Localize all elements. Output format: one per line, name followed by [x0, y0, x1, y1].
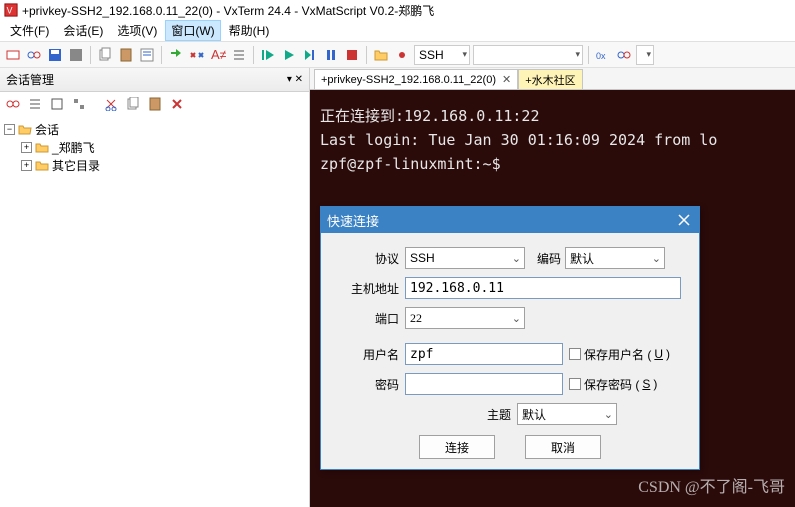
menu-bar: 文件(F) 会话(E) 选项(V) 窗口(W) 帮助(H) — [0, 20, 795, 42]
tree-root[interactable]: − 会话 — [4, 120, 305, 138]
link-icon[interactable] — [25, 46, 43, 64]
paste-icon[interactable] — [117, 46, 135, 64]
tab-label: +水木社区 — [525, 72, 575, 88]
dialog-title: 快速连接 — [327, 211, 379, 230]
step-icon[interactable] — [301, 46, 319, 64]
cancel-button[interactable]: 取消 — [525, 435, 601, 459]
host-input[interactable] — [405, 277, 681, 299]
hex-icon[interactable]: 0x — [594, 46, 612, 64]
tab-community[interactable]: +水木社区 — [518, 69, 582, 89]
sb-link-icon[interactable] — [4, 95, 22, 113]
tree-root-label: 会话 — [35, 121, 59, 138]
label-host: 主机地址 — [337, 280, 399, 297]
sidebar-expand-icon[interactable]: ▾ ✕ — [287, 74, 303, 85]
not-equal-icon[interactable]: A≠ — [209, 46, 227, 64]
sidebar: 会话管理 ▾ ✕ − 会话 + _郑鹏飞 — [0, 68, 310, 507]
separator — [588, 46, 589, 64]
encoding-select[interactable]: 默认 — [565, 247, 665, 269]
list-icon[interactable] — [230, 46, 248, 64]
title-bar: V +privkey-SSH2_192.168.0.11_22(0) - VxT… — [0, 0, 795, 20]
dropdown-icon[interactable] — [636, 45, 654, 65]
connect-button[interactable]: 连接 — [419, 435, 495, 459]
sb-delete-icon[interactable] — [168, 95, 186, 113]
conn-dot-icon[interactable] — [393, 46, 411, 64]
tree-node-label: _郑鹏飞 — [52, 139, 95, 156]
swap-icon[interactable] — [188, 46, 206, 64]
collapse-icon[interactable]: − — [4, 124, 15, 135]
stop-icon[interactable] — [343, 46, 361, 64]
term-line: 正在连接到:192.168.0.11:22 — [320, 104, 785, 128]
session-tree: − 会话 + _郑鹏飞 + 其它目录 — [0, 116, 309, 178]
sb-props-icon[interactable] — [48, 95, 66, 113]
label-port: 端口 — [337, 310, 399, 327]
separator — [161, 46, 162, 64]
protocol-combo[interactable]: SSH — [414, 45, 470, 65]
menu-help[interactable]: 帮助(H) — [223, 20, 276, 41]
close-icon[interactable] — [675, 211, 693, 229]
password-input[interactable] — [405, 373, 563, 395]
menu-options[interactable]: 选项(V) — [111, 20, 163, 41]
log-icon[interactable] — [138, 46, 156, 64]
separator — [90, 46, 91, 64]
label-password: 密码 — [337, 376, 399, 393]
save2-icon[interactable] — [67, 46, 85, 64]
tree-node-label: 其它目录 — [52, 157, 100, 174]
tree-node[interactable]: + 其它目录 — [4, 156, 305, 174]
port-select[interactable]: 22 — [405, 307, 525, 329]
play-icon[interactable] — [280, 46, 298, 64]
folder-icon — [35, 159, 49, 171]
save-username-checkbox[interactable]: 保存用户名 (U) — [569, 346, 670, 363]
main-toolbar: A≠ SSH 0x — [0, 42, 795, 68]
pause-icon[interactable] — [322, 46, 340, 64]
label-encoding: 编码 — [537, 250, 561, 267]
play-start-icon[interactable] — [259, 46, 277, 64]
label-theme: 主题 — [487, 406, 511, 423]
arrows-icon[interactable] — [167, 46, 185, 64]
folder-icon — [35, 141, 49, 153]
new-session-icon[interactable] — [4, 46, 22, 64]
term-line: Last login: Tue Jan 30 01:16:09 2024 fro… — [320, 128, 785, 152]
sidebar-title-bar: 会话管理 ▾ ✕ — [0, 68, 309, 92]
svg-text:A≠: A≠ — [211, 47, 226, 62]
svg-text:0x: 0x — [596, 51, 606, 61]
empty-combo[interactable] — [473, 45, 583, 65]
tree-node[interactable]: + _郑鹏飞 — [4, 138, 305, 156]
folder-icon[interactable] — [372, 46, 390, 64]
term-line: zpf@zpf-linuxmint:~$ — [320, 152, 785, 176]
folder-open-icon — [18, 123, 32, 135]
separator — [253, 46, 254, 64]
sb-list-icon[interactable] — [26, 95, 44, 113]
separator — [366, 46, 367, 64]
sb-paste-icon[interactable] — [146, 95, 164, 113]
menu-window[interactable]: 窗口(W) — [165, 20, 220, 41]
sidebar-toolbar — [0, 92, 309, 116]
expand-icon[interactable]: + — [21, 142, 32, 153]
sb-cut-icon[interactable] — [102, 95, 120, 113]
link2-icon[interactable] — [615, 46, 633, 64]
tab-bar: +privkey-SSH2_192.168.0.11_22(0) ✕ +水木社区 — [310, 68, 795, 90]
quick-connect-dialog: 快速连接 协议 SSH 编码 默认 主机地址 端口 22 用户名 保存用户名 (… — [320, 206, 700, 470]
username-input[interactable] — [405, 343, 563, 365]
label-protocol: 协议 — [337, 250, 399, 267]
watermark: CSDN @不了阁-飞哥 — [638, 475, 785, 501]
sb-tree-icon[interactable] — [70, 95, 88, 113]
tab-session[interactable]: +privkey-SSH2_192.168.0.11_22(0) ✕ — [314, 69, 518, 89]
sidebar-title: 会话管理 — [6, 71, 54, 88]
label-username: 用户名 — [337, 346, 399, 363]
tab-close-icon[interactable]: ✕ — [502, 73, 511, 86]
menu-file[interactable]: 文件(F) — [4, 20, 55, 41]
sb-copy-icon[interactable] — [124, 95, 142, 113]
window-title: +privkey-SSH2_192.168.0.11_22(0) - VxTer… — [22, 2, 434, 19]
protocol-select[interactable]: SSH — [405, 247, 525, 269]
save-icon[interactable] — [46, 46, 64, 64]
app-icon: V — [4, 3, 18, 17]
save-password-checkbox[interactable]: 保存密码 (S) — [569, 376, 657, 393]
menu-session[interactable]: 会话(E) — [57, 20, 109, 41]
dialog-titlebar: 快速连接 — [321, 207, 699, 233]
expand-icon[interactable]: + — [21, 160, 32, 171]
tab-label: +privkey-SSH2_192.168.0.11_22(0) — [321, 74, 496, 86]
copy-icon[interactable] — [96, 46, 114, 64]
theme-select[interactable]: 默认 — [517, 403, 617, 425]
svg-text:V: V — [7, 6, 13, 16]
